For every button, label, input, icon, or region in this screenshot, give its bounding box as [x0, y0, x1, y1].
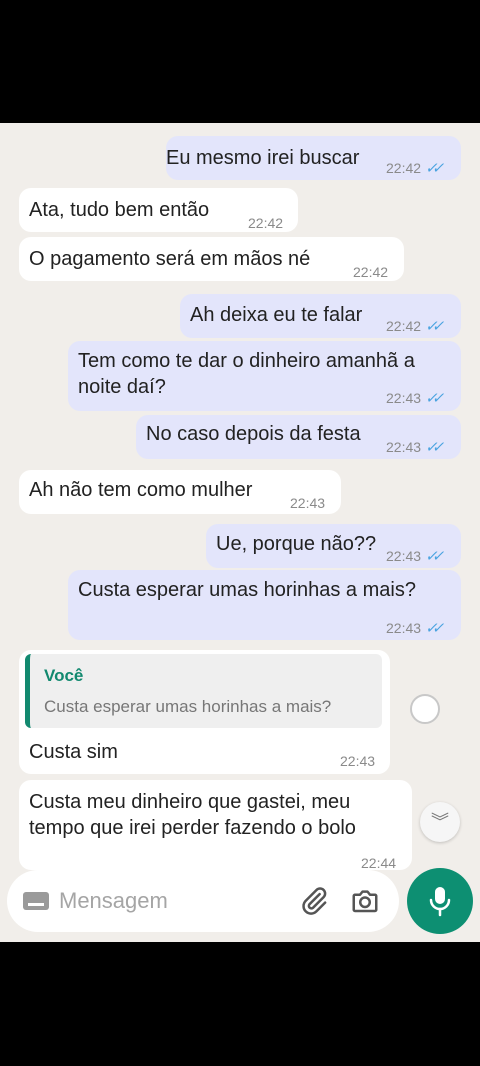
camera-icon[interactable] [349, 886, 381, 916]
quoted-text: Custa esperar umas horinhas a mais? [44, 697, 332, 716]
message-outgoing[interactable]: Eu mesmo irei buscar 22:42 ✓✓ [166, 136, 461, 180]
read-ticks-icon: ✓✓ [425, 439, 444, 456]
message-text: Custa meu dinheiro que gastei, meu tempo… [29, 791, 356, 839]
message-text: No caso depois da festa [146, 423, 361, 445]
message-time: 22:43 ✓✓ [386, 543, 444, 570]
read-ticks-icon: ✓✓ [425, 160, 444, 177]
paperclip-icon[interactable] [299, 886, 329, 916]
message-outgoing[interactable]: No caso depois da festa 22:43 ✓✓ [136, 415, 461, 459]
message-outgoing[interactable]: Tem como te dar o dinheiro amanhã a noit… [68, 341, 461, 411]
read-ticks-icon: ✓✓ [425, 318, 444, 335]
message-incoming[interactable]: O pagamento será em mãos né 22:42 [19, 237, 404, 281]
read-ticks-icon: ✓✓ [425, 620, 444, 637]
message-outgoing[interactable]: Ah deixa eu te falar 22:42 ✓✓ [180, 294, 461, 338]
message-time: 22:43 ✓✓ [386, 434, 444, 461]
message-text: Custa sim [29, 741, 118, 763]
message-incoming[interactable]: Custa meu dinheiro que gastei, meu tempo… [19, 780, 412, 871]
message-time: 22:43 ✓✓ [386, 385, 444, 412]
navigation-bar-blackout [0, 942, 480, 1066]
message-text: Ah não tem como mulher [29, 479, 253, 501]
message-time: 22:42 ✓✓ [386, 155, 444, 182]
quoted-message[interactable]: Você Custa esperar umas horinhas a mais? [25, 654, 382, 728]
message-text: Ata, tudo bem então [29, 199, 210, 221]
message-time: 22:42 [248, 215, 284, 231]
message-text: Custa esperar umas horinhas a mais? [78, 579, 416, 601]
message-outgoing[interactable]: Ue, porque não?? 22:43 ✓✓ [206, 524, 461, 568]
chat-area[interactable]: Eu mesmo irei buscar 22:42 ✓✓ Ata, tudo b… [0, 123, 480, 942]
message-text: Tem como te dar o dinheiro amanhã a noit… [78, 350, 415, 398]
message-incoming[interactable]: Ah não tem como mulher 22:43 [19, 470, 341, 514]
double-chevron-down-icon: ︾ [431, 812, 449, 832]
message-text: Ah deixa eu te falar [190, 304, 363, 326]
message-input[interactable]: Mensagem [59, 888, 168, 914]
message-time: 22:42 [353, 264, 389, 280]
message-text: Ue, porque não?? [216, 533, 377, 555]
message-text: O pagamento será em mãos né [29, 248, 311, 270]
keyboard-icon[interactable] [23, 892, 49, 910]
scroll-down-button[interactable]: ︾ [420, 802, 460, 842]
status-bar-blackout [0, 0, 480, 123]
message-text: Eu mesmo irei buscar [166, 147, 360, 169]
message-incoming[interactable]: Ata, tudo bem então 22:42 [19, 188, 298, 232]
message-time: 22:43 [290, 495, 326, 511]
message-time: 22:43 ✓✓ [386, 615, 444, 642]
voice-record-button[interactable] [407, 868, 473, 934]
select-message-radio[interactable] [410, 694, 440, 724]
message-time: 22:42 ✓✓ [386, 313, 444, 340]
message-outgoing[interactable]: Custa esperar umas horinhas a mais? 22:4… [68, 570, 461, 640]
message-input-bar[interactable]: Mensagem [7, 870, 399, 932]
read-ticks-icon: ✓✓ [425, 390, 444, 407]
message-time: 22:43 [340, 753, 376, 769]
read-ticks-icon: ✓✓ [425, 548, 444, 565]
quoted-author: Você [44, 666, 84, 685]
microphone-icon [429, 887, 451, 917]
